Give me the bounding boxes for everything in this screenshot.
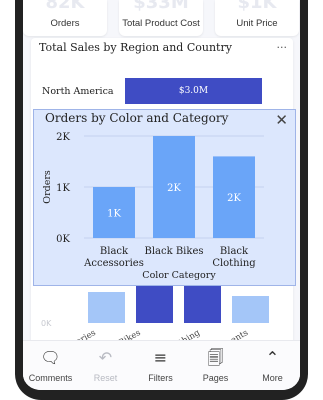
y-tick-label: 0K [56,234,70,245]
orders-by-color-popup[interactable]: Orders by Color and Category ✕ 0K 1K 2K 1K B… [33,109,296,286]
y-tick-label: 2K [56,132,70,143]
nav-label: Pages [202,373,229,383]
comment-icon: 🗨 [40,348,61,367]
kpi-label: Total Product Cost [122,18,200,29]
nav-filters[interactable]: ≡ Filters [133,347,188,383]
nav-label: More [262,373,283,383]
orders-bar-chart: 0K1K2K1KBlackAccessories2KBlack Bikes2KB… [42,132,264,281]
x-tick-label: Accessories [83,258,144,269]
bottom-nav: 🗨 Comments ↶ Reset ≡ Filters 🗐 Pages ⌃ M… [23,340,300,390]
kpi-card-product-cost[interactable]: $33M Total Product Cost [119,0,203,36]
filter-icon: ≡ [153,348,168,367]
bg-bar [184,286,221,323]
pages-icon: 🗐 [207,348,224,367]
kpi-value: 82K [45,0,85,13]
bg-axis-tick: 0K [41,319,52,328]
chevron-up-icon: ⌃ [265,348,280,367]
data-label: 2K [227,193,241,204]
kpi-card-unit-price[interactable]: $1K Unit Price [215,0,299,36]
x-tick-label: Clothing [212,258,256,269]
nav-label: Reset [93,373,118,383]
kpi-card-orders[interactable]: 82K Orders [23,0,107,36]
nav-label: Comments [28,373,73,383]
kpi-label: Unit Price [236,18,278,29]
x-axis-label: Color Category [142,270,216,281]
x-tick-label: Black [100,246,129,257]
bg-bar [88,292,125,323]
reset-icon: ↶ [98,348,113,367]
data-label: 2K [167,183,181,194]
region-bar[interactable]: $3.0M [125,78,262,104]
card-title: Total Sales by Region and Country [39,41,232,54]
region-label: North America [42,86,114,97]
kpi-label: Orders [50,18,80,29]
data-label: 1K [107,209,121,220]
kpi-row: 82K Orders $33M Total Product Cost $1K U… [23,0,300,36]
kpi-value: $33M [133,0,189,13]
x-tick-label: Black [220,246,249,257]
y-axis-label: Orders [42,170,53,204]
kpi-value: $1K [237,0,277,13]
nav-pages[interactable]: 🗐 Pages [188,347,243,383]
nav-label: Filters [148,373,173,383]
nav-more[interactable]: ⌃ More [245,347,300,383]
nav-comments[interactable]: 🗨 Comments [23,347,78,383]
x-tick-label: Black Bikes [144,246,203,257]
nav-reset[interactable]: ↶ Reset [78,347,133,383]
bg-bar [136,286,173,323]
y-tick-label: 1K [56,183,70,194]
more-options-button[interactable]: ... [277,38,288,51]
bg-bar [232,296,269,323]
